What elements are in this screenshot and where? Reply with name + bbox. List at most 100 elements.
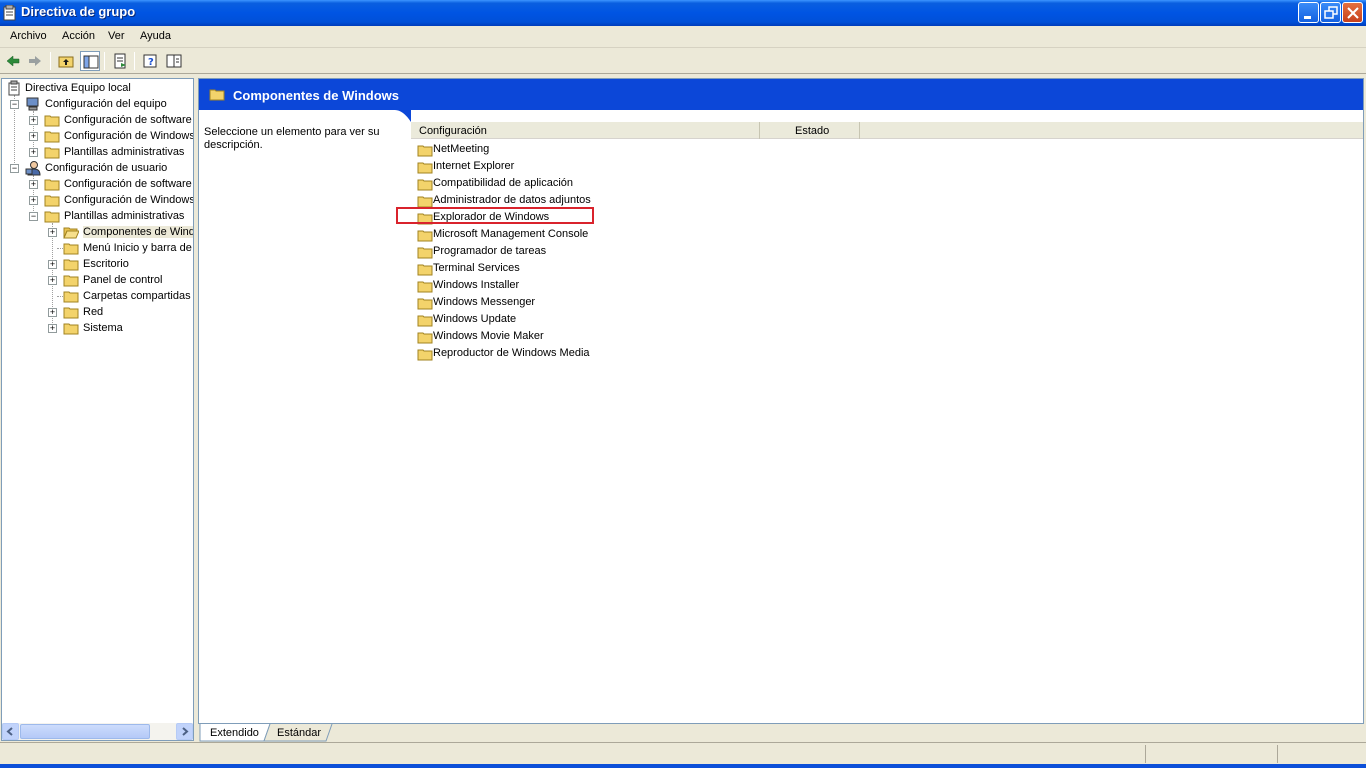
list-item-label: Programador de tareas [433, 245, 547, 257]
up-level-button[interactable] [56, 51, 76, 71]
policy-icon [8, 80, 20, 96]
menu-ver[interactable]: Ver [108, 30, 125, 42]
scroll-right-button[interactable] [176, 723, 193, 740]
tree-item-label: Configuración de Windows [64, 130, 194, 142]
collapse-toggle[interactable]: − [10, 164, 19, 173]
tab-label: Estándar [277, 727, 322, 739]
status-bar [0, 742, 1366, 764]
properties-button[interactable] [164, 51, 184, 71]
expand-toggle[interactable]: + [29, 132, 38, 141]
tree-item-windows-components[interactable]: + Componentes de Windo [2, 224, 193, 240]
tree-pane-icon [83, 55, 99, 69]
tree-item-label: Directiva Equipo local [25, 82, 131, 94]
tree-item-label: Menú Inicio y barra de [83, 242, 192, 254]
expand-toggle[interactable]: + [29, 196, 38, 205]
expand-toggle[interactable]: + [48, 308, 57, 317]
help-icon: ? [143, 54, 157, 68]
view-tabs: Extendido Estándar [198, 724, 1364, 742]
folder-icon [63, 243, 79, 255]
folder-icon [44, 131, 60, 143]
scroll-thumb[interactable] [20, 724, 150, 739]
toolbar-separator [134, 52, 135, 70]
expand-toggle[interactable]: + [29, 148, 38, 157]
folder-icon [417, 315, 433, 327]
close-icon [1347, 7, 1359, 19]
list-header: Configuración Estado [411, 122, 1363, 139]
folder-icon [44, 195, 60, 207]
expand-toggle[interactable]: + [48, 260, 57, 269]
show-hide-tree-button[interactable] [80, 51, 100, 71]
tree-item-label: Plantillas administrativas [64, 210, 185, 222]
menu-accion[interactable]: Acción [62, 30, 95, 42]
tree-pane[interactable]: Directiva Equipo local − Configuración d… [1, 78, 194, 741]
window-bottom-border [0, 764, 1366, 768]
list-item-label: Microsoft Management Console [433, 228, 589, 240]
minimize-icon [1304, 16, 1311, 19]
highlight-annotation [396, 207, 594, 224]
forward-arrow-icon [29, 56, 41, 66]
window-title: Directiva de grupo [21, 4, 136, 19]
back-button[interactable] [3, 51, 23, 71]
list-item-label: Internet Explorer [433, 160, 515, 172]
tree-item-label: Panel de control [83, 274, 163, 286]
tree-item-label: Configuración de software [64, 114, 192, 126]
expand-toggle[interactable]: + [48, 228, 57, 237]
list-item-label: Windows Update [433, 313, 517, 325]
forward-button[interactable] [25, 51, 45, 71]
restore-icon [1324, 6, 1338, 19]
folder-icon [44, 179, 60, 191]
tree-horizontal-scrollbar[interactable] [2, 723, 193, 740]
list-item-label: Compatibilidad de aplicación [433, 177, 574, 189]
folder-icon [417, 332, 433, 344]
expand-toggle[interactable]: + [29, 116, 38, 125]
computer-icon [26, 97, 39, 111]
back-arrow-icon [6, 55, 20, 67]
list-item-label: NetMeeting [433, 143, 490, 155]
menu-archivo[interactable]: Archivo [10, 30, 47, 42]
expand-toggle[interactable]: + [48, 324, 57, 333]
folder-icon [44, 115, 60, 127]
minimize-button[interactable] [1298, 2, 1319, 23]
scroll-left-button[interactable] [2, 723, 19, 740]
tab-label: Extendido [210, 727, 259, 739]
restore-button[interactable] [1320, 2, 1341, 23]
folder-up-icon [58, 56, 74, 68]
chevron-right-icon [182, 727, 189, 736]
list-item-label: Windows Messenger [433, 296, 536, 308]
column-estado[interactable]: Estado [760, 122, 860, 139]
expand-toggle[interactable]: + [48, 276, 57, 285]
chevron-left-icon [6, 727, 13, 736]
tab-extendido[interactable]: Extendido [198, 724, 266, 742]
export-list-button[interactable] [110, 51, 130, 71]
menu-ayuda[interactable]: Ayuda [140, 30, 171, 42]
help-button[interactable]: ? [140, 51, 160, 71]
details-header: Componentes de Windows [199, 79, 1363, 110]
folder-icon [63, 259, 79, 271]
expand-toggle[interactable]: + [29, 180, 38, 189]
tree-item-label: Plantillas administrativas [64, 146, 185, 158]
collapse-toggle[interactable]: − [10, 100, 19, 109]
tree-item-label: Carpetas compartidas [83, 290, 191, 302]
tree-item-label: Escritorio [83, 258, 129, 270]
export-list-icon [114, 53, 126, 69]
title-bar: Directiva de grupo [0, 0, 1366, 26]
tab-estandar[interactable]: Estándar [268, 724, 330, 742]
tree-item-label: Configuración de software [64, 178, 192, 190]
details-pane: Componentes de Windows Seleccione un ele… [198, 78, 1364, 724]
folder-icon [63, 307, 79, 319]
description-text: Seleccione un elemento para ver su descr… [204, 126, 380, 151]
tree-item-label: Red [83, 306, 104, 318]
column-configuracion[interactable]: Configuración [411, 122, 760, 139]
header-curve-decoration [199, 110, 411, 122]
folder-icon [417, 349, 433, 361]
list-item-label: Reproductor de Windows Media [433, 347, 590, 359]
close-button[interactable] [1342, 2, 1363, 23]
list-item-label: Windows Movie Maker [433, 330, 544, 342]
folder-icon [209, 89, 225, 101]
folder-icon [63, 275, 79, 287]
collapse-toggle[interactable]: − [29, 212, 38, 221]
folder-icon [417, 247, 433, 259]
list-item-label: Windows Installer [433, 279, 520, 291]
menu-bar: Archivo Acción Ver Ayuda [0, 26, 1366, 48]
properties-icon [166, 54, 182, 68]
